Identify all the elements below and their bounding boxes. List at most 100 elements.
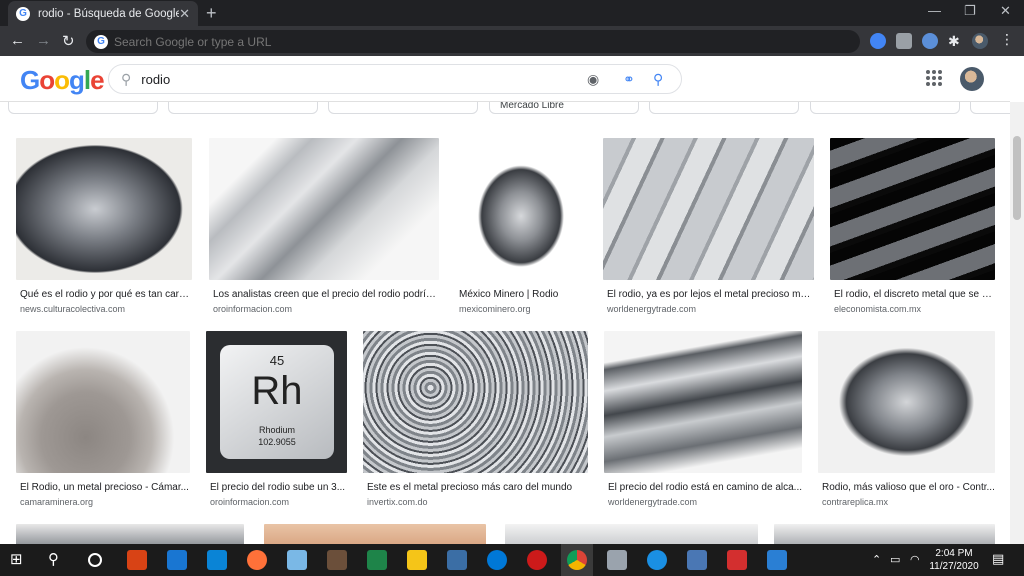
result-thumbnail[interactable]: [363, 331, 588, 473]
extension-icon[interactable]: [870, 33, 886, 49]
menu-icon[interactable]: ⋮: [1000, 31, 1016, 47]
start-icon[interactable]: ⊞: [10, 550, 30, 570]
search-input[interactable]: [141, 71, 562, 87]
system-clock[interactable]: 2:04 PM 11/27/2020: [924, 547, 984, 573]
google-logo[interactable]: Google: [20, 65, 105, 96]
wifi-icon[interactable]: ◠: [910, 553, 920, 566]
teamviewer-icon[interactable]: [647, 550, 667, 570]
chrome-icon[interactable]: [567, 550, 587, 570]
page-scrollbar[interactable]: [1010, 102, 1024, 544]
result-caption[interactable]: Qué es el rodio y por qué es tan caro...: [20, 289, 190, 300]
pdf-icon[interactable]: [727, 550, 747, 570]
tab-close-icon[interactable]: ✕: [179, 6, 190, 22]
result-caption[interactable]: El precio del rodio está en camino de al…: [608, 482, 802, 493]
result-thumbnail[interactable]: [264, 524, 486, 544]
chip[interactable]: [168, 102, 318, 114]
chip[interactable]: [328, 102, 478, 114]
search-submit-icon[interactable]: ⚲: [653, 71, 663, 88]
result-thumbnail[interactable]: [209, 138, 439, 280]
chip-label: Mercado Libre: [500, 102, 564, 111]
result-caption[interactable]: El rodio, el discreto metal que se h...: [834, 289, 995, 300]
image-result[interactable]: 45 Rh Rhodium 102.9055 El precio del rod…: [206, 331, 347, 511]
new-tab-icon[interactable]: +: [206, 3, 217, 24]
image-result[interactable]: El rodio, el discreto metal que se h... …: [830, 138, 995, 318]
mail-icon[interactable]: [167, 550, 187, 570]
result-caption[interactable]: Los analistas creen que el precio del ro…: [213, 289, 439, 300]
notifications-icon[interactable]: ▤: [992, 551, 1004, 567]
chip[interactable]: Mercado Libre: [489, 102, 639, 114]
result-thumbnail[interactable]: [455, 138, 587, 280]
task-view-icon[interactable]: [88, 553, 102, 567]
result-thumbnail[interactable]: [16, 524, 244, 544]
photos-icon[interactable]: [767, 550, 787, 570]
file-explorer-icon[interactable]: [407, 550, 427, 570]
taskbar-app-icon[interactable]: [607, 550, 627, 570]
result-thumbnail[interactable]: [604, 331, 802, 473]
result-thumbnail[interactable]: [505, 524, 758, 544]
result-thumbnail[interactable]: [16, 331, 190, 473]
chip[interactable]: [649, 102, 799, 114]
clock-date: 11/27/2020: [929, 561, 979, 572]
chip[interactable]: [810, 102, 960, 114]
image-result[interactable]: El precio del rodio está en camino de al…: [604, 331, 802, 511]
result-source: news.culturacolectiva.com: [20, 304, 126, 314]
image-result[interactable]: El Rodio, un metal precioso - Cámar... c…: [16, 331, 190, 511]
account-avatar[interactable]: [960, 67, 984, 91]
result-thumbnail[interactable]: [603, 138, 814, 280]
image-result[interactable]: Rodio, más valioso que el oro - Contr...…: [818, 331, 995, 511]
result-caption[interactable]: El rodio, ya es por lejos el metal preci…: [607, 289, 814, 300]
result-caption[interactable]: Este es el metal precioso más caro del m…: [367, 482, 588, 493]
result-thumbnail[interactable]: [830, 138, 995, 280]
image-result[interactable]: Los analistas creen que el precio del ro…: [209, 138, 439, 318]
extension-icon[interactable]: [922, 33, 938, 49]
taskbar-app-icon[interactable]: [447, 550, 467, 570]
chip[interactable]: [970, 102, 1010, 114]
store-icon[interactable]: [207, 550, 227, 570]
firefox-icon[interactable]: [247, 550, 267, 570]
tile-mass: 102.9055: [258, 437, 296, 447]
chip[interactable]: [8, 102, 158, 114]
image-result[interactable]: México Minero | Rodio mexicominero.org: [455, 138, 587, 318]
result-thumbnail[interactable]: [774, 524, 995, 544]
result-caption[interactable]: Rodio, más valioso que el oro - Contr...: [822, 482, 995, 493]
browser-tab[interactable]: G rodio - Búsqueda de Google ✕: [8, 1, 198, 26]
address-bar[interactable]: G: [86, 30, 860, 53]
reload-icon[interactable]: ↻: [62, 32, 75, 50]
image-result[interactable]: Este es el metal precioso más caro del m…: [363, 331, 588, 511]
battery-icon[interactable]: ▭: [890, 553, 900, 566]
microphone-icon[interactable]: ⚭: [623, 71, 635, 88]
result-caption[interactable]: El Rodio, un metal precioso - Cámar...: [20, 482, 190, 493]
camera-extension-icon[interactable]: [896, 33, 912, 49]
tile-name: Rhodium: [258, 425, 296, 435]
address-input[interactable]: [114, 34, 814, 49]
result-thumbnail[interactable]: [818, 331, 995, 473]
image-result[interactable]: El rodio, ya es por lejos el metal preci…: [603, 138, 814, 318]
maximize-icon[interactable]: ❐: [964, 3, 976, 19]
close-window-icon[interactable]: ✕: [1000, 3, 1011, 19]
search-icon[interactable]: ⚲: [48, 550, 68, 570]
taskbar-app-icon[interactable]: [367, 550, 387, 570]
minimize-icon[interactable]: —: [928, 3, 941, 18]
taskbar-app-icon[interactable]: [287, 550, 307, 570]
back-icon[interactable]: ←: [10, 32, 25, 49]
profile-avatar[interactable]: [972, 33, 988, 49]
result-thumbnail[interactable]: [16, 138, 192, 280]
result-source: mexicominero.org: [459, 304, 531, 314]
puzzle-icon[interactable]: ✱: [948, 33, 964, 49]
taskbar-app-icon[interactable]: [327, 550, 347, 570]
apps-icon[interactable]: [926, 70, 942, 86]
scrollbar-thumb[interactable]: [1013, 136, 1021, 220]
image-result[interactable]: Qué es el rodio y por qué es tan caro...…: [16, 138, 192, 318]
result-caption[interactable]: El precio del rodio sube un 3...: [210, 482, 347, 493]
result-caption[interactable]: México Minero | Rodio: [459, 289, 587, 300]
result-source: oroinformacion.com: [213, 304, 293, 314]
edge-icon[interactable]: [487, 550, 507, 570]
taskbar-app-icon[interactable]: [127, 550, 147, 570]
search-box[interactable]: ⚲ ◉ ⚭ ⚲: [108, 64, 682, 94]
result-thumbnail[interactable]: 45 Rh Rhodium 102.9055: [206, 331, 347, 473]
opera-icon[interactable]: [527, 550, 547, 570]
forward-icon[interactable]: →: [36, 32, 51, 49]
camera-icon[interactable]: ◉: [587, 71, 599, 88]
tray-chevron-icon[interactable]: ⌃: [872, 553, 881, 566]
taskbar-app-icon[interactable]: [687, 550, 707, 570]
